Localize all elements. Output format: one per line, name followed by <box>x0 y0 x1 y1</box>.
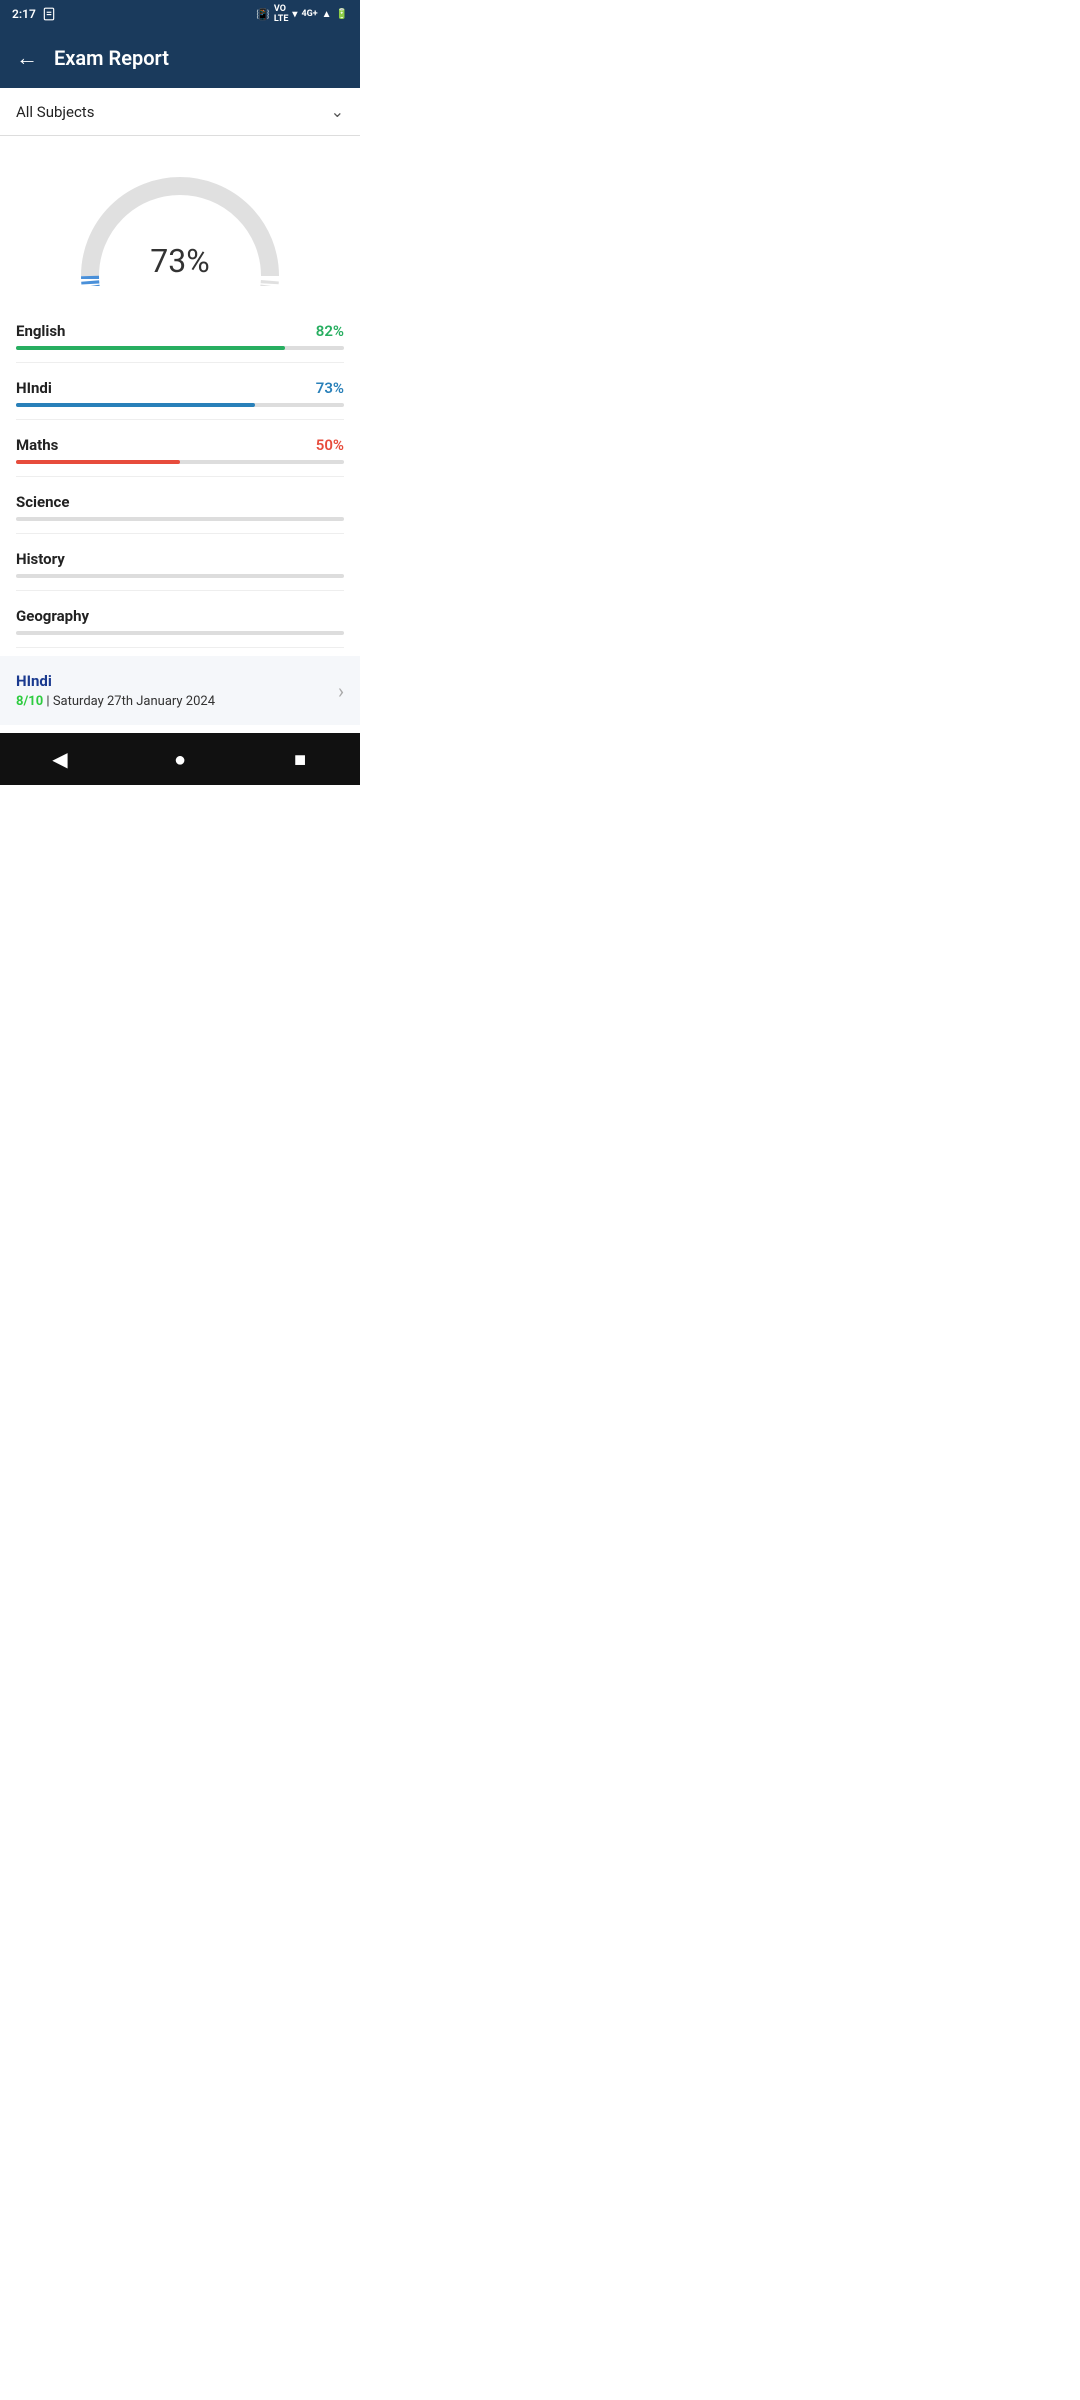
subject-name: History <box>16 550 65 568</box>
header: ← Exam Report <box>0 28 360 88</box>
recent-exam-info: HIndi 8/10 | Saturday 27th January 2024 <box>16 672 215 709</box>
subject-dropdown[interactable]: All Subjects ⌄ <box>0 88 360 136</box>
subject-item: HIndi 73% <box>16 363 344 420</box>
subject-dropdown-label: All Subjects <box>16 103 94 121</box>
battery-icon: 🔋 <box>336 9 348 20</box>
page-title: Exam Report <box>54 46 169 70</box>
progress-bar-fill <box>16 403 255 407</box>
recent-exam-card[interactable]: HIndi 8/10 | Saturday 27th January 2024 … <box>0 656 360 725</box>
subject-item: Geography <box>16 591 344 648</box>
gauge-value: 73% <box>150 242 209 280</box>
chevron-right-icon: › <box>338 679 344 703</box>
subject-row: History <box>16 550 344 568</box>
recent-exam-date: Saturday 27th January 2024 <box>53 694 215 709</box>
nav-recents-button[interactable]: ■ <box>280 739 320 779</box>
status-icons: 📳 VOLTE ▾ 4G+ ▲ 🔋 <box>256 4 348 24</box>
wifi-icon: ▾ <box>292 9 297 20</box>
progress-bar-background <box>16 631 344 635</box>
subject-item: Maths 50% <box>16 420 344 477</box>
progress-bar-fill <box>16 460 180 464</box>
recent-exam-title: HIndi <box>16 672 215 690</box>
gauge-chart-container: 73% <box>0 136 360 306</box>
network-icon: 4G+ <box>301 9 317 19</box>
bottom-nav: ◀ ● ■ <box>0 733 360 785</box>
subject-item: History <box>16 534 344 591</box>
status-time-area: 2:17 <box>12 7 56 21</box>
chevron-down-icon: ⌄ <box>331 102 344 121</box>
progress-bar-background <box>16 517 344 521</box>
subject-name: Science <box>16 493 69 511</box>
recent-exam-details: 8/10 | Saturday 27th January 2024 <box>16 694 215 709</box>
vibrate-icon: 📳 <box>256 8 270 21</box>
separator: | <box>43 694 53 709</box>
subject-row: Geography <box>16 607 344 625</box>
subjects-list: English 82% HIndi 73% Maths 50% Science History… <box>0 306 360 648</box>
subject-item: Science <box>16 477 344 534</box>
subject-row: English 82% <box>16 322 344 340</box>
subject-percent: 82% <box>316 322 344 340</box>
subject-row: Science <box>16 493 344 511</box>
progress-bar-background <box>16 403 344 407</box>
subject-row: HIndi 73% <box>16 379 344 397</box>
nav-home-button[interactable]: ● <box>160 739 200 779</box>
progress-bar-background <box>16 346 344 350</box>
subject-row: Maths 50% <box>16 436 344 454</box>
progress-bar-background <box>16 574 344 578</box>
subject-name: English <box>16 322 65 340</box>
progress-bar-fill <box>16 346 285 350</box>
sim-icon <box>42 7 56 21</box>
signal-icon: ▲ <box>322 9 332 20</box>
subject-name: HIndi <box>16 379 52 397</box>
subject-name: Maths <box>16 436 58 454</box>
back-button[interactable]: ← <box>16 45 38 71</box>
nav-back-button[interactable]: ◀ <box>40 739 80 779</box>
volte-icon: VOLTE <box>274 4 289 24</box>
progress-bar-background <box>16 460 344 464</box>
status-time: 2:17 <box>12 7 36 21</box>
recent-exam-score: 8/10 <box>16 694 43 709</box>
subject-percent: 73% <box>316 379 344 397</box>
subject-item: English 82% <box>16 306 344 363</box>
subject-percent: 50% <box>316 436 344 454</box>
status-bar: 2:17 📳 VOLTE ▾ 4G+ ▲ 🔋 <box>0 0 360 28</box>
subject-name: Geography <box>16 607 89 625</box>
